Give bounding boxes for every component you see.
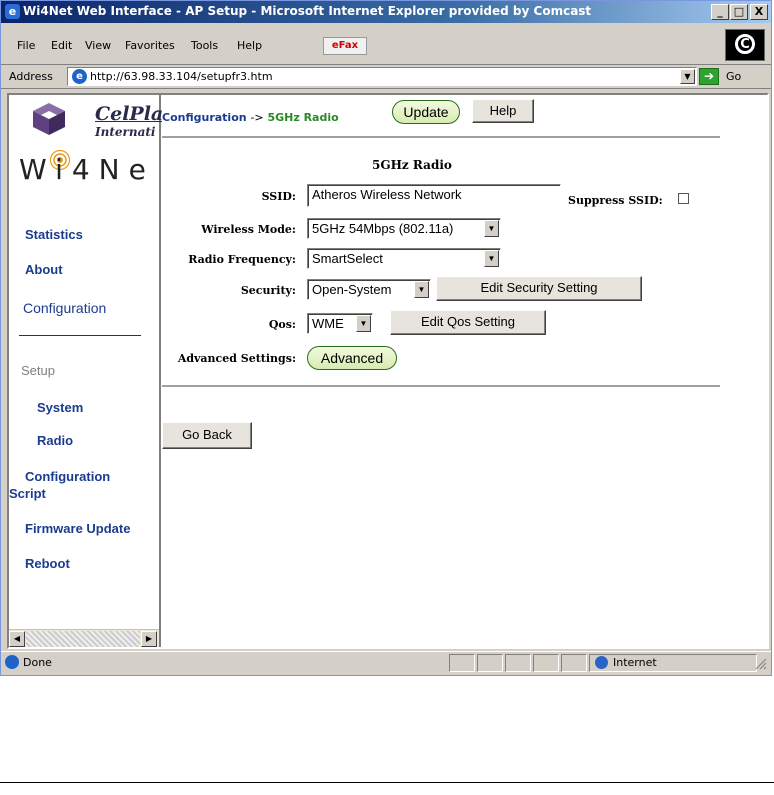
radio-frequency-dropdown-icon[interactable]: ▼ bbox=[484, 250, 499, 267]
maximize-button[interactable]: □ bbox=[730, 4, 748, 20]
scroll-left-icon[interactable]: ◀ bbox=[9, 631, 25, 647]
menu-help[interactable]: Help bbox=[237, 39, 262, 52]
nav-configuration-script-line2[interactable]: Script bbox=[9, 486, 46, 501]
section-title: 5GHz Radio bbox=[372, 158, 452, 172]
advanced-settings-label: Advanced Settings: bbox=[177, 352, 296, 365]
qos-label: Qos: bbox=[268, 318, 296, 331]
window-title: Wi4Net Web Interface - AP Setup - Micros… bbox=[23, 4, 592, 18]
go-back-button[interactable]: Go Back bbox=[162, 422, 252, 449]
ie-app-icon: e bbox=[5, 4, 20, 19]
nav-firmware-update[interactable]: Firmware Update bbox=[25, 521, 130, 536]
efax-button[interactable]: eFax bbox=[323, 37, 367, 55]
nav-configuration[interactable]: Configuration bbox=[23, 300, 106, 316]
close-button[interactable]: X bbox=[750, 4, 768, 20]
page-icon: e bbox=[72, 69, 87, 84]
qos-dropdown-icon[interactable]: ▼ bbox=[356, 315, 371, 332]
logo-subtext: Internati bbox=[95, 125, 156, 139]
radio-frequency-label: Radio Frequency: bbox=[188, 253, 296, 266]
breadcrumb-configuration[interactable]: Configuration bbox=[162, 111, 247, 124]
menu-favorites[interactable]: Favorites bbox=[125, 39, 175, 52]
main-frame: Configuration -> 5GHz Radio Update Help … bbox=[162, 95, 767, 647]
status-cell bbox=[449, 654, 475, 672]
suppress-ssid-label: Suppress SSID: bbox=[568, 194, 663, 207]
qos-select[interactable]: WME ▼ bbox=[307, 313, 373, 334]
menu-file[interactable]: File bbox=[17, 39, 35, 52]
status-cell bbox=[533, 654, 559, 672]
address-input[interactable]: e http://63.98.33.104/setupfr3.htm ▼ bbox=[67, 67, 697, 86]
ssid-label: SSID: bbox=[261, 190, 296, 203]
status-text: Done bbox=[23, 656, 52, 669]
breadcrumb-current: 5GHz Radio bbox=[267, 111, 339, 124]
wireless-mode-select[interactable]: 5GHz 54Mbps (802.11a) ▼ bbox=[307, 218, 501, 239]
menu-edit[interactable]: Edit bbox=[51, 39, 72, 52]
suppress-ssid-checkbox[interactable] bbox=[678, 193, 689, 204]
scroll-track[interactable] bbox=[26, 631, 140, 647]
brand-c-icon: C bbox=[735, 34, 755, 54]
help-button[interactable]: Help bbox=[472, 99, 534, 123]
menu-view[interactable]: View bbox=[85, 39, 111, 52]
security-dropdown-icon[interactable]: ▼ bbox=[414, 281, 429, 298]
radio-frequency-value: SmartSelect bbox=[312, 251, 383, 266]
update-button[interactable]: Update bbox=[392, 100, 460, 124]
advanced-button[interactable]: Advanced bbox=[307, 346, 397, 370]
security-label: Security: bbox=[240, 284, 296, 297]
comcast-logo: C bbox=[725, 29, 765, 61]
menu-tools[interactable]: Tools bbox=[191, 39, 218, 52]
logo-text: CelPla bbox=[95, 103, 164, 125]
horizontal-scrollbar[interactable]: ◀ ▶ bbox=[9, 629, 159, 647]
status-cell bbox=[505, 654, 531, 672]
bottom-divider bbox=[162, 385, 720, 388]
status-cell bbox=[561, 654, 587, 672]
go-button[interactable]: Go bbox=[726, 70, 741, 83]
radio-frequency-select[interactable]: SmartSelect ▼ bbox=[307, 248, 501, 269]
wireless-mode-dropdown-icon[interactable]: ▼ bbox=[484, 220, 499, 237]
security-select[interactable]: Open-System ▼ bbox=[307, 279, 431, 300]
scroll-right-icon[interactable]: ▶ bbox=[141, 631, 157, 647]
nav-configuration-script[interactable]: Configuration bbox=[25, 469, 110, 484]
celplan-cube-logo bbox=[33, 103, 65, 135]
browser-window: e Wi4Net Web Interface - AP Setup - Micr… bbox=[0, 0, 772, 676]
edit-security-setting-button[interactable]: Edit Security Setting bbox=[436, 276, 642, 301]
nav-setup: Setup bbox=[21, 363, 55, 378]
page-done-icon bbox=[5, 655, 19, 669]
qos-value: WME bbox=[312, 316, 344, 331]
address-dropdown-icon[interactable]: ▼ bbox=[680, 69, 695, 84]
left-nav-frame: CelPla Internati Wi4Ne Statistics About … bbox=[9, 95, 164, 647]
ssid-input[interactable]: Atheros Wireless Network bbox=[307, 184, 561, 207]
internet-zone-icon bbox=[595, 656, 608, 669]
zone-text: Internet bbox=[613, 656, 657, 669]
nav-reboot[interactable]: Reboot bbox=[25, 556, 70, 571]
title-bar: e Wi4Net Web Interface - AP Setup - Micr… bbox=[1, 1, 771, 23]
edit-qos-setting-button[interactable]: Edit Qos Setting bbox=[390, 310, 546, 335]
page-bottom-rule bbox=[0, 782, 774, 783]
minimize-button[interactable]: _ bbox=[711, 4, 729, 20]
address-url: http://63.98.33.104/setupfr3.htm bbox=[90, 70, 273, 83]
status-cell bbox=[477, 654, 503, 672]
nav-system[interactable]: System bbox=[37, 400, 83, 415]
resize-grip-icon[interactable] bbox=[755, 658, 767, 670]
menu-bar: File Edit View Favorites Tools Help eFax bbox=[1, 25, 771, 65]
address-label: Address bbox=[9, 70, 53, 83]
breadcrumb: Configuration -> 5GHz Radio bbox=[162, 111, 339, 124]
nav-statistics[interactable]: Statistics bbox=[25, 227, 83, 242]
wireless-mode-label: Wireless Mode: bbox=[201, 223, 296, 236]
breadcrumb-separator: -> bbox=[250, 111, 264, 124]
top-divider bbox=[162, 136, 720, 139]
status-bar: Done Internet bbox=[1, 651, 771, 673]
nav-radio[interactable]: Radio bbox=[37, 433, 73, 448]
security-value: Open-System bbox=[312, 282, 392, 297]
nav-divider bbox=[19, 335, 141, 336]
nav-about[interactable]: About bbox=[25, 262, 63, 277]
page-content: CelPla Internati Wi4Ne Statistics About … bbox=[7, 93, 769, 649]
wireless-mode-value: 5GHz 54Mbps (802.11a) bbox=[312, 221, 454, 236]
go-arrow-icon[interactable]: ➔ bbox=[699, 68, 719, 85]
product-name: Wi4Ne bbox=[19, 153, 155, 186]
address-bar: Address e http://63.98.33.104/setupfr3.h… bbox=[1, 65, 771, 89]
